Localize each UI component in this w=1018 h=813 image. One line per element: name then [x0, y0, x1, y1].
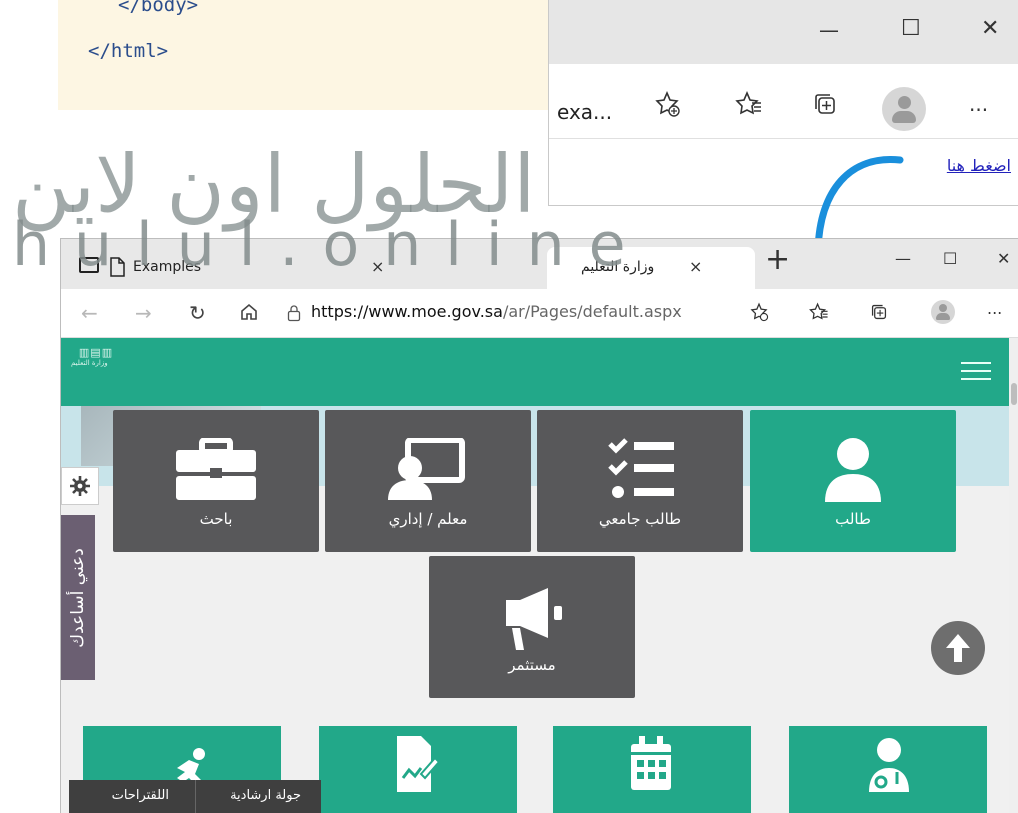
help-me-tab[interactable]: دعني أساعدك	[61, 515, 95, 680]
watermark-latin: hulul.online	[12, 210, 650, 280]
inset-title-bar: — ☐ ✕	[549, 0, 1018, 64]
favorite-add-icon[interactable]	[653, 90, 681, 122]
site-header: ▥▤▥ وزارة التعليم	[61, 338, 1018, 406]
more-menu-button[interactable]: ...	[987, 299, 1002, 318]
new-tab-button[interactable]: +	[765, 245, 790, 275]
bottom-action-bar: جولة ارشادية اللقتراحات	[69, 780, 321, 813]
click-here-link[interactable]: اضغط هنا	[947, 156, 1011, 175]
code-snippet: </body> </html>	[58, 0, 558, 110]
inset-minimize-button[interactable]: —	[819, 18, 839, 42]
collections-icon[interactable]	[811, 90, 839, 122]
address-toolbar: ← → ↻ https://www.moe.gov.sa/ar/Pages/de…	[61, 289, 1018, 338]
inset-maximize-button[interactable]: ☐	[901, 16, 921, 41]
favorites-icon[interactable]	[735, 90, 763, 122]
arrow-up-icon	[945, 633, 971, 667]
menu-icon[interactable]	[961, 362, 991, 386]
back-icon[interactable]: ←	[81, 301, 98, 325]
tile-student[interactable]: طالب	[750, 410, 956, 552]
tab-close-button[interactable]: ×	[689, 257, 702, 276]
inset-close-button[interactable]: ✕	[981, 16, 999, 41]
settings-button[interactable]	[61, 467, 99, 505]
refresh-icon[interactable]: ↻	[189, 301, 206, 325]
lock-icon[interactable]	[287, 304, 301, 326]
tile-teacher-admin[interactable]: معلم / إداري	[325, 410, 531, 552]
doctor-icon	[867, 736, 911, 796]
more-menu-button[interactable]: ...	[969, 92, 988, 116]
favorites-icon[interactable]	[809, 302, 829, 326]
guided-tour-button[interactable]: جولة ارشادية	[230, 788, 301, 803]
logo-mark-icon: ▥▤▥	[78, 346, 114, 359]
page-scrollbar[interactable]	[1009, 338, 1018, 813]
tile-label: معلم / إداري	[388, 510, 468, 528]
suggestions-button[interactable]: اللقتراحات	[112, 788, 169, 803]
minimize-button[interactable]: —	[895, 249, 911, 268]
megaphone-icon	[429, 584, 635, 658]
tile-label: طالب	[835, 510, 871, 528]
gear-icon	[70, 476, 90, 500]
tile-label: طالب جامعي	[598, 510, 682, 528]
tile-bottom-4[interactable]	[789, 726, 987, 813]
url-field[interactable]: https://www.moe.gov.sa/ar/Pages/default.…	[311, 302, 682, 321]
tile-investor[interactable]: مستثمر	[429, 556, 635, 698]
profile-avatar[interactable]	[931, 300, 955, 324]
close-button[interactable]: ✕	[997, 249, 1010, 268]
tile-bottom-2[interactable]	[319, 726, 517, 813]
browser-window: Examples × وزارة التعليم × + — ☐ ✕ ← → ↻…	[60, 238, 1018, 813]
inset-browser: — ☐ ✕ exa... ... اضغط هنا	[548, 0, 1018, 206]
inset-address-fragment[interactable]: exa...	[557, 100, 612, 124]
tile-university-student[interactable]: طالب جامعي	[537, 410, 743, 552]
code-line-html: </html>	[88, 40, 169, 62]
help-me-label: دعني أساعدك	[68, 547, 88, 648]
tile-label: مستثمر	[508, 656, 556, 674]
code-line-body: </body>	[118, 0, 199, 16]
teacher-board-icon	[325, 437, 531, 506]
moe-logo[interactable]: ▥▤▥ وزارة التعليم	[71, 346, 145, 382]
checklist-icon	[537, 438, 743, 506]
inset-toolbar: exa... ...	[549, 64, 1018, 139]
forward-icon[interactable]: →	[135, 301, 152, 325]
tile-label: باحث	[199, 510, 233, 528]
document-edit-icon	[395, 734, 441, 798]
logo-text: وزارة التعليم	[71, 359, 108, 367]
maximize-button[interactable]: ☐	[943, 249, 957, 268]
user-icon	[750, 438, 956, 506]
profile-avatar[interactable]	[882, 87, 926, 131]
scroll-to-top-button[interactable]	[931, 621, 985, 675]
collections-icon[interactable]	[869, 302, 889, 326]
briefcase-icon	[113, 437, 319, 506]
tile-researcher[interactable]: باحث	[113, 410, 319, 552]
favorite-add-icon[interactable]	[749, 302, 769, 326]
tile-bottom-3[interactable]	[553, 726, 751, 813]
home-icon[interactable]	[239, 302, 259, 326]
calendar-icon	[629, 734, 673, 796]
